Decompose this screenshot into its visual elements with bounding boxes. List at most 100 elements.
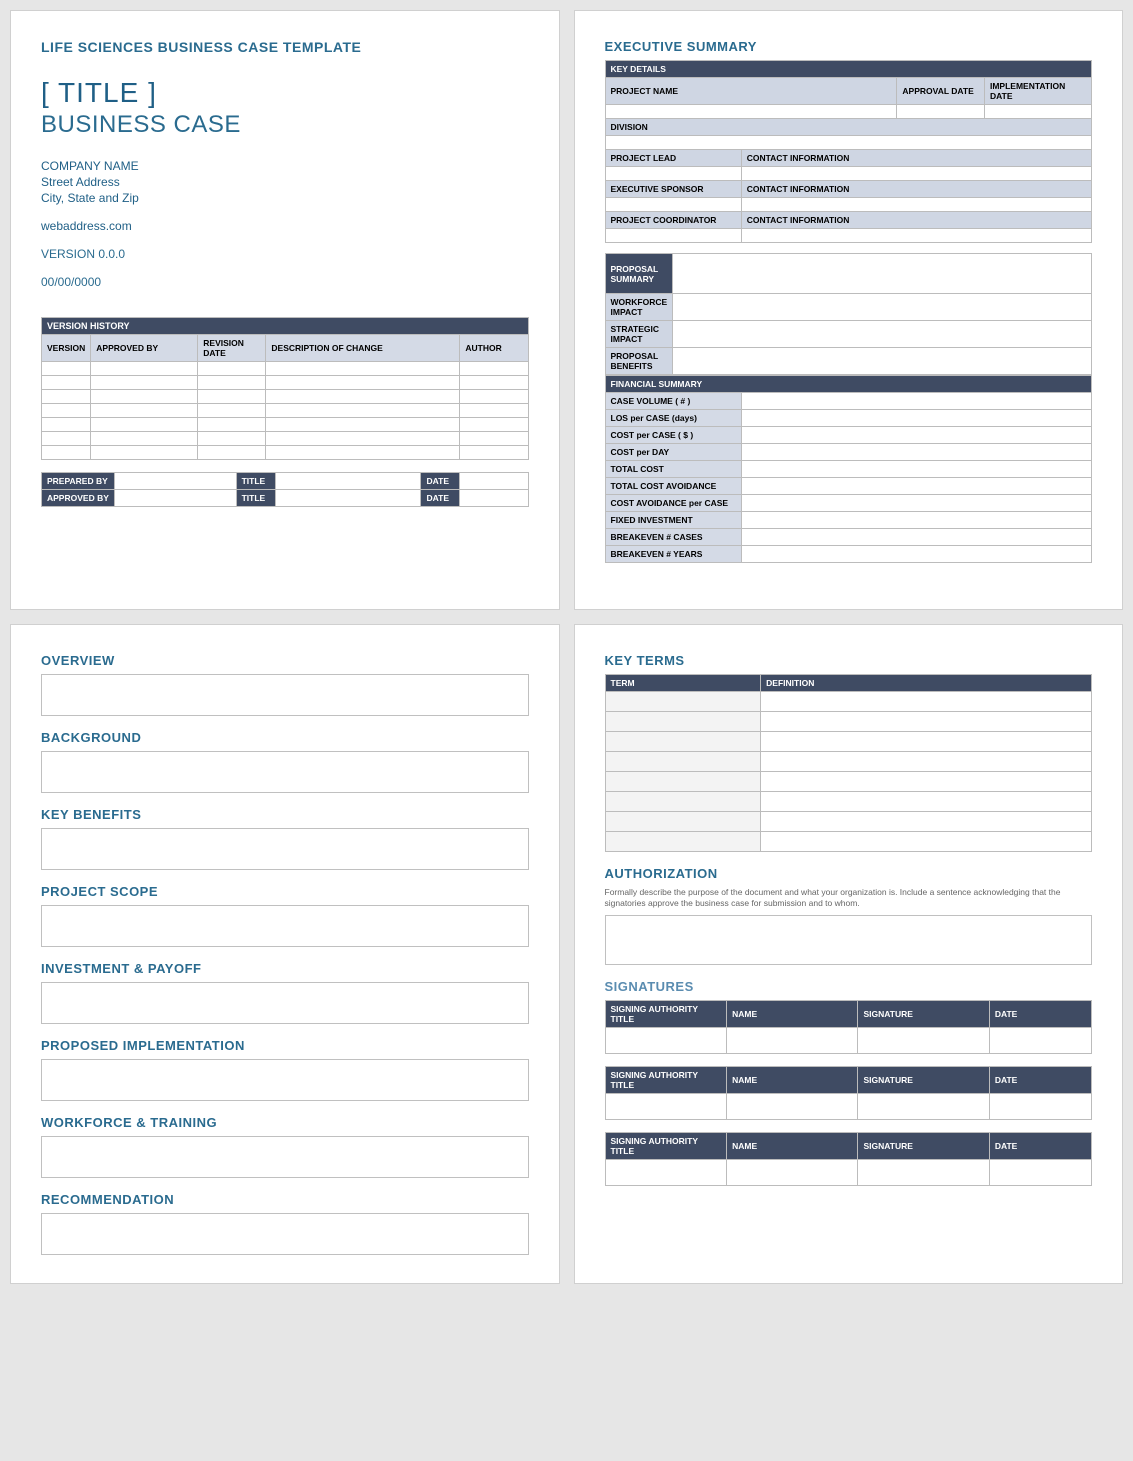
table-row — [42, 376, 529, 390]
table-row — [605, 792, 1092, 812]
cost-avoidance-per-case-value — [741, 495, 1091, 512]
table-row — [605, 1094, 1092, 1120]
signature-block: SIGNING AUTHORITY TITLE NAME SIGNATURE D… — [605, 1066, 1093, 1120]
table-row — [605, 229, 1092, 243]
sig-signature-label: SIGNATURE — [858, 1001, 989, 1028]
key-benefits-box — [41, 828, 529, 870]
page-4-terms-auth: KEY TERMS TERM DEFINITION AUTHORIZATION … — [574, 624, 1124, 1284]
table-row — [605, 732, 1092, 752]
date-value-2 — [460, 490, 528, 507]
col-author: AUTHOR — [460, 335, 528, 362]
table-row — [605, 692, 1092, 712]
web-address: webaddress.com — [41, 219, 529, 233]
main-subtitle: BUSINESS CASE — [41, 111, 529, 139]
version-history-title: VERSION HISTORY — [42, 318, 529, 335]
overview-box — [41, 674, 529, 716]
table-row — [42, 390, 529, 404]
approved-by-value — [114, 490, 236, 507]
cost-per-day-value — [741, 444, 1091, 461]
signoff-table: PREPARED BY TITLE DATE APPROVED BY TITLE… — [41, 472, 529, 507]
approval-date-label: APPROVAL DATE — [897, 78, 985, 105]
financial-summary-header: FINANCIAL SUMMARY — [605, 376, 1092, 393]
investment-payoff-box — [41, 982, 529, 1024]
financial-summary-table: FINANCIAL SUMMARY CASE VOLUME ( # ) LOS … — [605, 375, 1093, 563]
table-row — [42, 432, 529, 446]
authorization-box — [605, 915, 1093, 965]
contact-info-label-3: CONTACT INFORMATION — [741, 212, 1091, 229]
table-row — [605, 1028, 1092, 1054]
workforce-training-title: WORKFORCE & TRAINING — [41, 1115, 529, 1130]
los-per-case-value — [741, 410, 1091, 427]
sig-name-label: NAME — [727, 1133, 858, 1160]
contact-info-label: CONTACT INFORMATION — [741, 150, 1091, 167]
key-details-header: KEY DETAILS — [605, 61, 1092, 78]
recommendation-box — [41, 1213, 529, 1255]
breakeven-years-value — [741, 546, 1091, 563]
sig-name-label: NAME — [727, 1067, 858, 1094]
term-header: TERM — [605, 675, 761, 692]
signatures-title: SIGNATURES — [605, 979, 1093, 994]
contact-info-label-2: CONTACT INFORMATION — [741, 181, 1091, 198]
proposal-summary-label: PROPOSAL SUMMARY — [605, 254, 673, 294]
title-label: TITLE — [236, 473, 275, 490]
title-value-2 — [275, 490, 421, 507]
col-revision-date: REVISION DATE — [198, 335, 266, 362]
investment-payoff-title: INVESTMENT & PAYOFF — [41, 961, 529, 976]
project-scope-title: PROJECT SCOPE — [41, 884, 529, 899]
sig-date-label: DATE — [989, 1001, 1091, 1028]
cost-per-case-label: COST per CASE ( $ ) — [605, 427, 741, 444]
authorization-note: Formally describe the purpose of the doc… — [605, 887, 1093, 909]
table-row — [605, 752, 1092, 772]
proj-coord-label: PROJECT COORDINATOR — [605, 212, 741, 229]
workforce-impact-label: WORKFORCE IMPACT — [605, 294, 673, 321]
doc-version: VERSION 0.0.0 — [41, 247, 529, 261]
division-label: DIVISION — [605, 119, 1092, 136]
background-title: BACKGROUND — [41, 730, 529, 745]
table-row — [42, 404, 529, 418]
col-desc-change: DESCRIPTION OF CHANGE — [266, 335, 460, 362]
project-lead-label: PROJECT LEAD — [605, 150, 741, 167]
project-scope-box — [41, 905, 529, 947]
proposed-impl-box — [41, 1059, 529, 1101]
company-block: COMPANY NAME Street Address City, State … — [41, 159, 529, 205]
date-label: DATE — [421, 473, 460, 490]
cost-avoidance-per-case-label: COST AVOIDANCE per CASE — [605, 495, 741, 512]
table-row — [605, 105, 1092, 119]
version-history-table: VERSION HISTORY VERSION APPROVED BY REVI… — [41, 317, 529, 460]
cost-per-day-label: COST per DAY — [605, 444, 741, 461]
los-per-case-label: LOS per CASE (days) — [605, 410, 741, 427]
title-label-2: TITLE — [236, 490, 275, 507]
sig-signature-label: SIGNATURE — [858, 1067, 989, 1094]
background-box — [41, 751, 529, 793]
workforce-training-box — [41, 1136, 529, 1178]
table-row — [605, 812, 1092, 832]
col-version: VERSION — [42, 335, 91, 362]
total-cost-avoidance-value — [741, 478, 1091, 495]
proposal-summary-table: PROPOSAL SUMMARY WORKFORCE IMPACT STRATE… — [605, 253, 1093, 375]
key-terms-title: KEY TERMS — [605, 653, 1093, 668]
sig-auth-title-label: SIGNING AUTHORITY TITLE — [605, 1133, 727, 1160]
table-row — [605, 167, 1092, 181]
key-details-table: KEY DETAILS PROJECT NAME APPROVAL DATE I… — [605, 60, 1093, 243]
proposed-impl-title: PROPOSED IMPLEMENTATION — [41, 1038, 529, 1053]
title-value — [275, 473, 421, 490]
project-name-label: PROJECT NAME — [605, 78, 897, 105]
definition-header: DEFINITION — [761, 675, 1092, 692]
table-row — [42, 418, 529, 432]
table-row — [605, 712, 1092, 732]
fixed-investment-value — [741, 512, 1091, 529]
sig-signature-label: SIGNATURE — [858, 1133, 989, 1160]
proposal-benefits-value — [673, 348, 1092, 375]
exec-summary-title: EXECUTIVE SUMMARY — [605, 39, 1093, 54]
strategic-impact-label: STRATEGIC IMPACT — [605, 321, 673, 348]
template-name: LIFE SCIENCES BUSINESS CASE TEMPLATE — [41, 39, 529, 55]
total-cost-label: TOTAL COST — [605, 461, 741, 478]
proposal-summary-value — [673, 254, 1092, 294]
table-row — [605, 198, 1092, 212]
case-volume-value — [741, 393, 1091, 410]
sig-auth-title-label: SIGNING AUTHORITY TITLE — [605, 1001, 727, 1028]
total-cost-value — [741, 461, 1091, 478]
main-title: [ TITLE ] — [41, 77, 529, 109]
prepared-by-label: PREPARED BY — [42, 473, 115, 490]
doc-date: 00/00/0000 — [41, 275, 529, 289]
